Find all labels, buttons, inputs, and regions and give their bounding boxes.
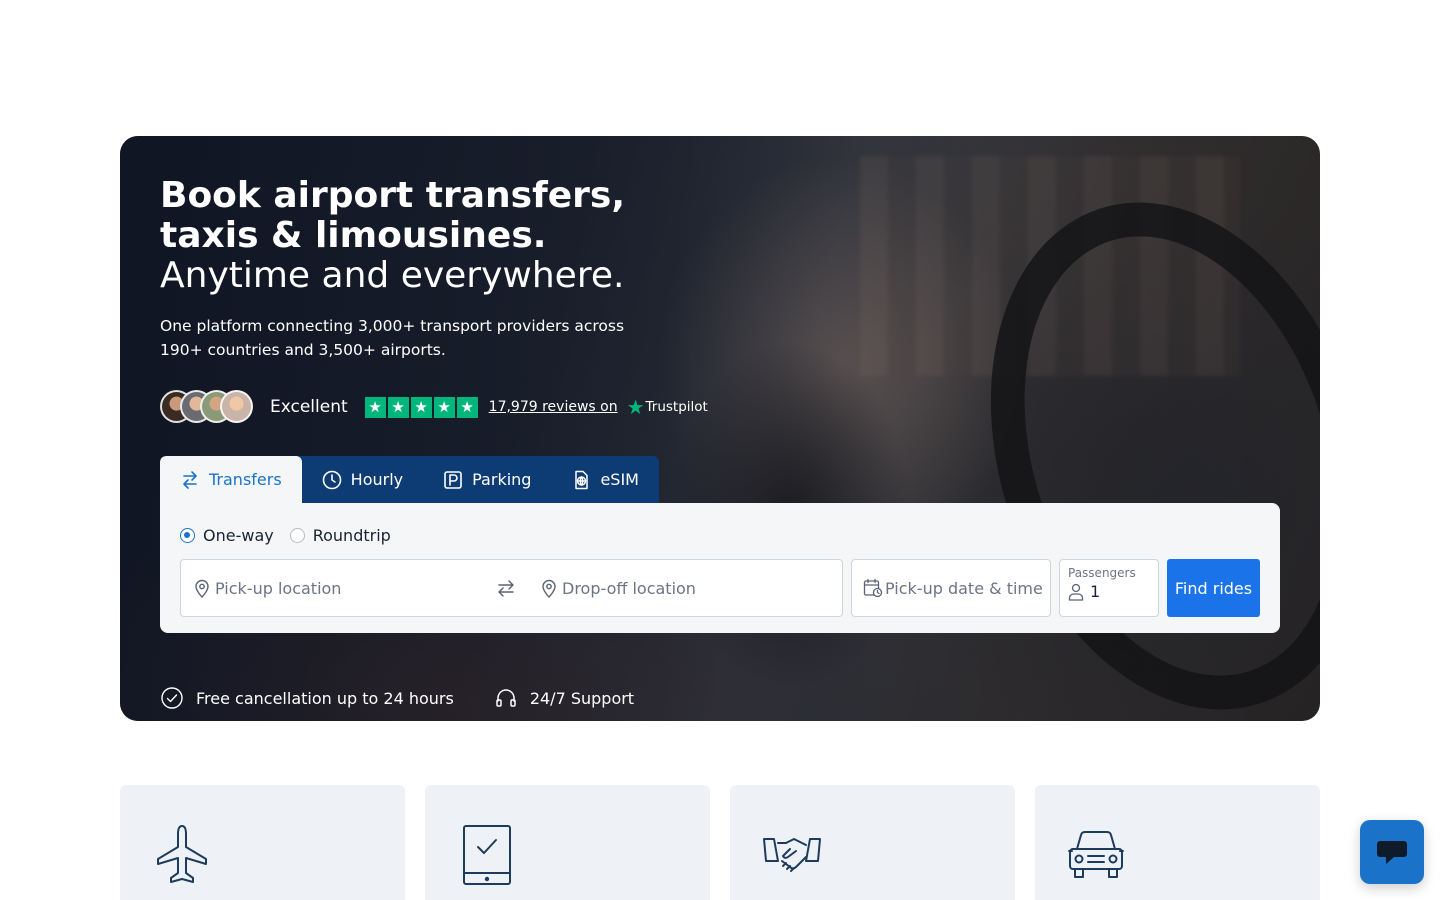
trustpilot-star-icon: ★ — [626, 395, 645, 419]
trustpilot-brand: Trustpilot — [645, 399, 708, 415]
star-icon: ★ — [364, 396, 386, 418]
hero-title-line2: Anytime and everywhere. — [160, 255, 625, 296]
star-icon: ★ — [387, 396, 409, 418]
feature-label: Free cancellation up to 24 hours — [196, 688, 454, 708]
rating-label: Excellent — [270, 397, 348, 417]
hero-content: Book airport transfers, taxis & limousin… — [160, 176, 1280, 709]
tab-label: Transfers — [209, 470, 282, 489]
service-tabs: Transfers Hourly Parking eSIM — [160, 456, 659, 503]
car-icon — [1068, 831, 1124, 878]
trustpilot-rating: Excellent ★ ★ ★ ★ ★ 17,979 reviews on ★ … — [160, 389, 708, 425]
pickup-placeholder: Pick-up location — [215, 578, 342, 598]
feature-label: 24/7 Support — [529, 688, 635, 708]
hero-title-line1: Book airport transfers, taxis & limousin… — [160, 175, 626, 256]
airplane-icon — [157, 825, 207, 883]
chat-button[interactable] — [1360, 820, 1424, 884]
tab-parking[interactable]: Parking — [423, 456, 551, 503]
customer-avatars — [160, 390, 256, 424]
pickup-date-input[interactable]: Pick-up date & time — [851, 559, 1051, 617]
esim-icon — [575, 470, 589, 489]
star-icon: ★ — [433, 396, 455, 418]
location-box: Pick-up location Drop-off location — [180, 559, 843, 617]
radio-label: One-way — [203, 525, 274, 545]
passengers-value-row: 1 — [1068, 582, 1150, 601]
benefit-cards — [120, 785, 1320, 900]
date-placeholder: Pick-up date & time — [885, 578, 1043, 598]
benefit-card-airports — [120, 785, 405, 900]
hero-title: Book airport transfers, taxis & limousin… — [160, 176, 680, 296]
find-rides-button[interactable]: Find rides — [1167, 559, 1260, 617]
passengers-value: 1 — [1090, 582, 1101, 601]
location-pin-icon — [542, 579, 556, 598]
swap-locations-button[interactable] — [486, 578, 526, 598]
location-pin-icon — [195, 579, 209, 598]
avatar — [220, 390, 253, 423]
headset-icon — [496, 689, 516, 707]
swap-icon — [498, 580, 514, 597]
passengers-input[interactable]: Passengers 1 — [1059, 559, 1159, 617]
clock-icon — [322, 470, 341, 489]
benefit-card-booking — [425, 785, 710, 900]
person-icon — [1068, 583, 1084, 601]
tab-label: Hourly — [350, 470, 404, 489]
feature-free-cancellation: Free cancellation up to 24 hours — [160, 686, 454, 710]
parking-icon — [444, 470, 462, 489]
tab-hourly[interactable]: Hourly — [302, 456, 423, 503]
trustpilot-logo[interactable]: ★ Trustpilot — [627, 397, 708, 417]
trip-type-selector: One-way Roundtrip — [180, 523, 1260, 547]
star-icon: ★ — [456, 396, 478, 418]
check-circle-icon — [161, 687, 183, 709]
radio-one-way[interactable]: One-way — [180, 526, 274, 545]
feature-support: 24/7 Support — [494, 686, 634, 710]
tab-esim[interactable]: eSIM — [551, 456, 659, 503]
search-panel: One-way Roundtrip Pick-up location Drop-… — [160, 503, 1280, 633]
radio-button[interactable] — [289, 527, 305, 543]
radio-button[interactable] — [180, 527, 195, 543]
hero-subtitle: One platform connecting 3,000+ transport… — [160, 317, 625, 359]
calendar-clock-icon — [863, 578, 883, 598]
chat-icon — [1377, 841, 1407, 864]
benefit-card-vehicles — [1035, 785, 1320, 900]
handshake-icon — [763, 838, 821, 872]
tab-label: eSIM — [600, 470, 639, 489]
rating-stars: ★ ★ ★ ★ ★ — [364, 396, 478, 418]
search-row: Pick-up location Drop-off location Pick-… — [180, 559, 1260, 617]
tab-label: Parking — [472, 470, 532, 489]
tab-transfers[interactable]: Transfers — [160, 456, 302, 503]
dropoff-input[interactable]: Drop-off location — [526, 578, 696, 598]
benefit-card-partners — [730, 785, 1015, 900]
feature-highlights: Free cancellation up to 24 hours 24/7 Su… — [160, 686, 634, 710]
star-icon: ★ — [410, 396, 432, 418]
radio-label: Roundtrip — [312, 525, 391, 545]
passengers-label: Passengers — [1068, 566, 1136, 580]
tablet-check-icon — [463, 825, 511, 885]
transfers-icon — [183, 470, 197, 489]
pickup-input[interactable]: Pick-up location — [181, 578, 486, 598]
radio-roundtrip[interactable]: Roundtrip — [289, 525, 391, 545]
hero-banner: Book airport transfers, taxis & limousin… — [120, 136, 1320, 721]
dropoff-placeholder: Drop-off location — [562, 578, 696, 598]
reviews-link[interactable]: 17,979 reviews on — [489, 399, 618, 415]
